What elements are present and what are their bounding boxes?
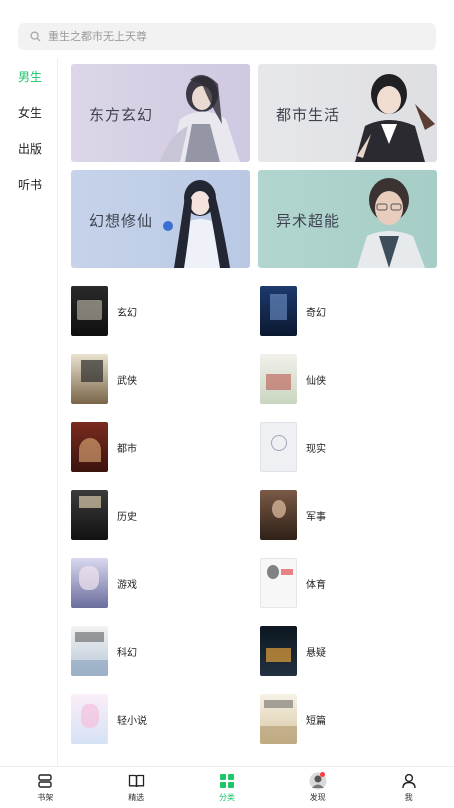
category-item[interactable]: 军事 [260,490,326,540]
category-item[interactable]: 现实 [260,422,326,472]
banner-label: 幻想修仙 [89,212,154,230]
banner-urban-life[interactable]: 都市生活 [258,64,437,162]
category-name: 历史 [117,511,137,523]
book-cover [260,490,297,540]
category-name: 悬疑 [306,647,326,659]
book-cover [71,422,108,472]
book-cover [71,286,108,336]
category-name: 轻小说 [117,715,147,727]
book-cover [260,422,297,472]
category-item[interactable]: 悬疑 [260,626,326,676]
search-bar[interactable] [18,23,436,50]
tab-label: 分类 [218,793,235,802]
open-book-icon [128,772,145,790]
bottom-tab-bar: 书架 精选 分类 发现 我 [0,766,454,808]
category-name: 短篇 [306,715,326,727]
category-name: 体育 [306,579,326,591]
notification-dot [319,772,325,777]
banner-eastern-fantasy[interactable]: 东方玄幻 [71,64,250,162]
category-item[interactable]: 仙侠 [260,354,326,404]
banner-supernatural[interactable]: 异术超能 [258,170,437,268]
banner-label: 东方玄幻 [89,106,154,124]
tab-me[interactable]: 我 [363,767,454,808]
book-cover [71,558,108,608]
category-item[interactable]: 科幻 [71,626,137,676]
category-name: 都市 [117,443,137,455]
category-name: 游戏 [117,579,137,591]
tab-discover[interactable]: 发现 [272,767,363,808]
sidebar-item-audiobook[interactable]: 听书 [0,166,57,202]
banner-illustration [355,74,435,162]
person-icon [401,772,417,790]
banner-illustration [163,180,230,268]
category-name: 仙侠 [306,375,326,387]
category-name: 军事 [306,511,326,523]
search-input[interactable] [48,23,408,50]
book-cover [71,490,108,540]
category-item[interactable]: 奇幻 [260,286,326,336]
sidebar-item-publish[interactable]: 出版 [0,130,57,166]
category-name: 科幻 [117,647,137,659]
sidebar-item-female[interactable]: 女生 [0,94,57,130]
book-cover [260,558,297,608]
book-cover [71,694,108,744]
category-sidebar: 男生 女生 出版 听书 [0,58,58,766]
category-item[interactable]: 玄幻 [71,286,137,336]
category-item[interactable]: 轻小说 [71,694,147,744]
category-item[interactable]: 历史 [71,490,137,540]
search-icon [22,23,48,50]
book-cover [260,694,297,744]
category-name: 奇幻 [306,307,326,319]
tab-category[interactable]: 分类 [182,767,273,808]
banner-illustration [357,178,425,268]
banner-label: 异术超能 [276,212,341,230]
category-item[interactable]: 短篇 [260,694,326,744]
book-cover [260,626,297,676]
category-name: 现实 [306,443,326,455]
sidebar-item-male[interactable]: 男生 [0,58,57,94]
category-name: 武侠 [117,375,137,387]
category-name: 玄幻 [117,307,137,319]
tab-featured[interactable]: 精选 [91,767,182,808]
tab-label: 书架 [37,793,54,802]
tab-label: 我 [404,793,413,802]
grid-icon [219,772,234,790]
tab-label: 精选 [128,793,145,802]
category-item[interactable]: 都市 [71,422,137,472]
banner-label: 都市生活 [276,106,341,124]
tab-label: 发现 [309,793,326,802]
bookshelf-icon [37,772,53,790]
banner-fantasy-cultivation[interactable]: 幻想修仙 [71,170,250,268]
book-cover [260,286,297,336]
category-item[interactable]: 游戏 [71,558,137,608]
book-cover [71,626,108,676]
category-item[interactable]: 武侠 [71,354,137,404]
book-cover [71,354,108,404]
book-cover [260,354,297,404]
category-item[interactable]: 体育 [260,558,326,608]
tab-bookshelf[interactable]: 书架 [0,767,91,808]
